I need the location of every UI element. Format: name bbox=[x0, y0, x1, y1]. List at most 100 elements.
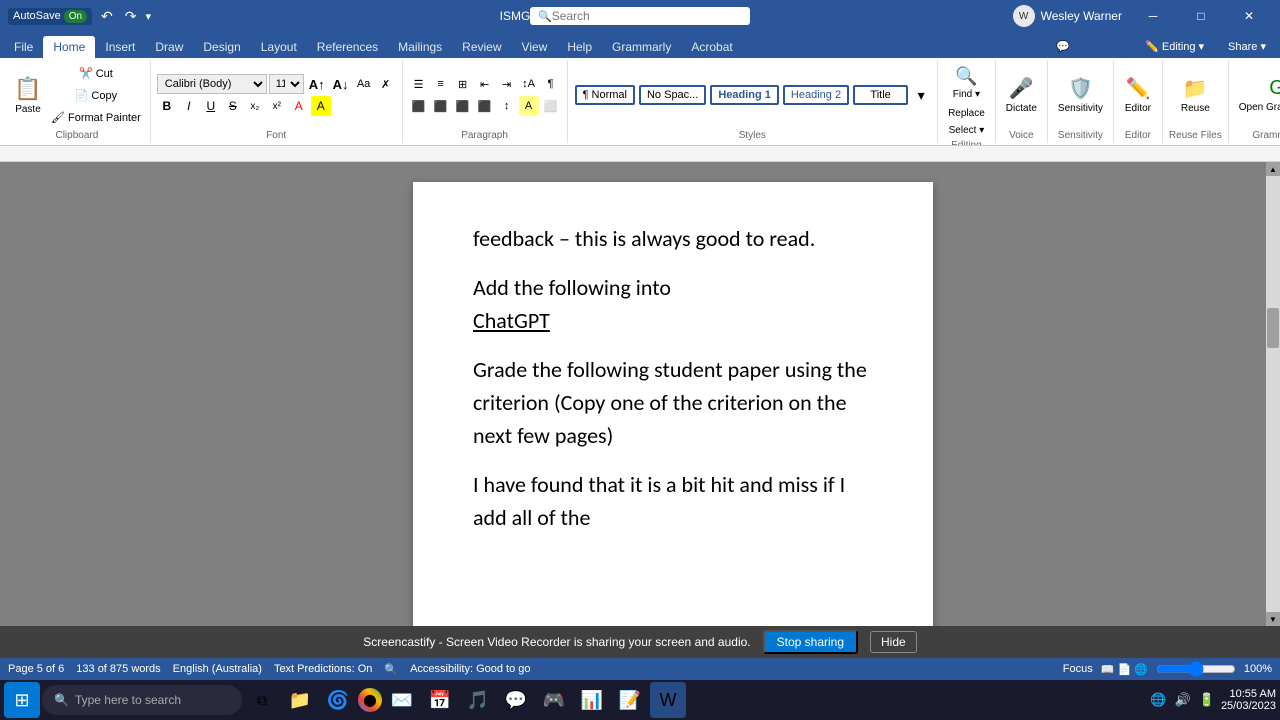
tab-layout[interactable]: Layout bbox=[251, 36, 307, 58]
tab-help[interactable]: Help bbox=[557, 36, 602, 58]
numbering-btn[interactable]: ≡ bbox=[431, 74, 451, 94]
start-button[interactable]: ⊞ bbox=[4, 682, 40, 718]
web-view-icon[interactable]: 🌐 bbox=[1134, 663, 1148, 676]
justify-btn[interactable]: ⬛ bbox=[475, 96, 495, 116]
read-view-icon[interactable]: 📖 bbox=[1101, 663, 1115, 676]
battery-icon[interactable]: 🔋 bbox=[1197, 690, 1217, 710]
taskview-btn[interactable]: ⧉ bbox=[244, 682, 280, 718]
style-no-space-btn[interactable]: No Spac... bbox=[639, 85, 706, 105]
scroll-track[interactable] bbox=[1266, 176, 1280, 612]
clear-format-btn[interactable]: ✗ bbox=[376, 74, 396, 94]
strikethrough-btn[interactable]: S bbox=[223, 96, 243, 116]
search-box[interactable]: 🔍 bbox=[530, 7, 750, 25]
datetime[interactable]: 10:55 AM 25/03/2023 bbox=[1221, 688, 1276, 712]
explorer-btn[interactable]: 📁 bbox=[282, 682, 318, 718]
tab-design[interactable]: Design bbox=[193, 36, 250, 58]
hide-btn[interactable]: Hide bbox=[870, 631, 917, 653]
style-title-btn[interactable]: Title bbox=[853, 85, 908, 105]
subscript-btn[interactable]: x₂ bbox=[245, 96, 265, 116]
underline-btn[interactable]: U bbox=[201, 96, 221, 116]
tab-mailings[interactable]: Mailings bbox=[388, 36, 452, 58]
format-painter-btn[interactable]: 🖌 Format Painter bbox=[48, 107, 144, 127]
style-normal-btn[interactable]: ¶ Normal bbox=[575, 85, 635, 105]
indent-decrease-btn[interactable]: ⇤ bbox=[475, 74, 495, 94]
superscript-btn[interactable]: x² bbox=[267, 96, 287, 116]
maximize-btn[interactable]: □ bbox=[1178, 0, 1224, 32]
styles-more-btn[interactable]: ▾ bbox=[911, 85, 931, 105]
word-taskbar-btn[interactable]: W bbox=[650, 682, 686, 718]
minimize-btn[interactable]: ─ bbox=[1130, 0, 1176, 32]
bold-btn[interactable]: B bbox=[157, 96, 177, 116]
editing-mode-btn[interactable]: ✏️ Editing ▾ bbox=[1137, 37, 1212, 56]
sort-btn[interactable]: ↕A bbox=[519, 74, 539, 94]
chrome-btn[interactable]: ⬤ bbox=[358, 688, 382, 712]
tab-review[interactable]: Review bbox=[452, 36, 511, 58]
editor-btn[interactable]: ✏️ Editor bbox=[1120, 67, 1156, 123]
search-input[interactable] bbox=[552, 9, 726, 23]
tab-home[interactable]: Home bbox=[43, 36, 95, 58]
share-btn[interactable]: Share ▾ bbox=[1218, 37, 1276, 56]
doc-scroll[interactable]: feedback – this is always good to read. … bbox=[110, 162, 1236, 626]
text-predictions[interactable]: Text Predictions: On bbox=[274, 663, 372, 675]
tab-acrobat[interactable]: Acrobat bbox=[681, 36, 742, 58]
tab-grammarly[interactable]: Grammarly bbox=[602, 36, 681, 58]
quick-access-more[interactable]: ▾ bbox=[146, 10, 152, 23]
bullets-btn[interactable]: ☰ bbox=[409, 74, 429, 94]
sensitivity-btn[interactable]: 🛡️ Sensitivity bbox=[1054, 67, 1107, 123]
style-heading1-btn[interactable]: Heading 1 bbox=[710, 85, 779, 105]
font-size-select[interactable]: 11 bbox=[269, 74, 304, 94]
tab-draw[interactable]: Draw bbox=[145, 36, 193, 58]
accessibility[interactable]: Accessibility: Good to go bbox=[410, 663, 530, 675]
copy-btn[interactable]: 📄 Copy bbox=[48, 85, 144, 105]
vertical-scrollbar[interactable]: ▲ ▼ bbox=[1266, 162, 1280, 626]
doc-page[interactable]: feedback – this is always good to read. … bbox=[413, 182, 933, 626]
redo-btn[interactable]: ↷ bbox=[122, 6, 140, 27]
spotify-btn[interactable]: 🎵 bbox=[460, 682, 496, 718]
align-right-btn[interactable]: ⬛ bbox=[453, 96, 473, 116]
select-btn[interactable]: Select ▾ bbox=[945, 123, 989, 138]
align-left-btn[interactable]: ⬛ bbox=[409, 96, 429, 116]
undo-btn[interactable]: ↶ bbox=[98, 6, 116, 27]
dictate-btn[interactable]: 🎤 Dictate bbox=[1002, 67, 1041, 123]
cut-btn[interactable]: ✂️ Cut bbox=[48, 63, 144, 83]
indent-increase-btn[interactable]: ⇥ bbox=[497, 74, 517, 94]
open-grammarly-btn[interactable]: G Open Grammarly bbox=[1235, 67, 1280, 123]
doc-content[interactable]: feedback – this is always good to read. … bbox=[473, 222, 873, 534]
close-btn[interactable]: ✕ bbox=[1226, 0, 1272, 32]
italic-btn[interactable]: I bbox=[179, 96, 199, 116]
tab-references[interactable]: References bbox=[307, 36, 388, 58]
comments-btn[interactable]: 💬 Comments bbox=[1050, 37, 1131, 56]
gaming-btn[interactable]: 🎮 bbox=[536, 682, 572, 718]
font-family-select[interactable]: Calibri (Body) bbox=[157, 74, 267, 94]
app2-btn[interactable]: 📝 bbox=[612, 682, 648, 718]
scroll-down-btn[interactable]: ▼ bbox=[1266, 612, 1280, 626]
discord-btn[interactable]: 💬 bbox=[498, 682, 534, 718]
taskbar-search[interactable]: 🔍 Type here to search bbox=[42, 685, 242, 715]
borders-btn[interactable]: ⬜ bbox=[541, 96, 561, 116]
word-count[interactable]: 133 of 875 words bbox=[76, 663, 160, 675]
multilevel-list-btn[interactable]: ⊞ bbox=[453, 74, 473, 94]
replace-btn[interactable]: Replace bbox=[944, 106, 989, 121]
print-view-icon[interactable]: 📄 bbox=[1117, 663, 1131, 676]
language[interactable]: English (Australia) bbox=[173, 663, 262, 675]
change-case-btn[interactable]: Aa bbox=[354, 74, 374, 94]
line-spacing-btn[interactable]: ↕ bbox=[497, 96, 517, 116]
taskbar-search-placeholder[interactable]: Type here to search bbox=[75, 693, 181, 707]
network-icon[interactable]: 🌐 bbox=[1148, 690, 1168, 710]
increase-font-btn[interactable]: A↑ bbox=[306, 74, 328, 94]
find-btn[interactable]: 🔍 Find ▾ bbox=[948, 62, 984, 104]
edge-btn[interactable]: 🌀 bbox=[320, 682, 356, 718]
autosave-toggle[interactable]: On bbox=[64, 10, 87, 23]
tab-insert[interactable]: Insert bbox=[95, 36, 145, 58]
focus-btn[interactable]: Focus bbox=[1063, 663, 1093, 675]
show-formatting-btn[interactable]: ¶ bbox=[541, 74, 561, 94]
tab-view[interactable]: View bbox=[512, 36, 558, 58]
align-center-btn[interactable]: ⬛ bbox=[431, 96, 451, 116]
scroll-thumb[interactable] bbox=[1267, 308, 1279, 348]
paste-btn[interactable]: 📋 Paste bbox=[10, 67, 46, 123]
calendar-btn[interactable]: 📅 bbox=[422, 682, 458, 718]
zoom-level[interactable]: 100% bbox=[1244, 663, 1272, 675]
zoom-slider[interactable] bbox=[1156, 661, 1236, 677]
reuse-files-btn[interactable]: 📁 Reuse bbox=[1177, 67, 1214, 123]
app1-btn[interactable]: 📊 bbox=[574, 682, 610, 718]
